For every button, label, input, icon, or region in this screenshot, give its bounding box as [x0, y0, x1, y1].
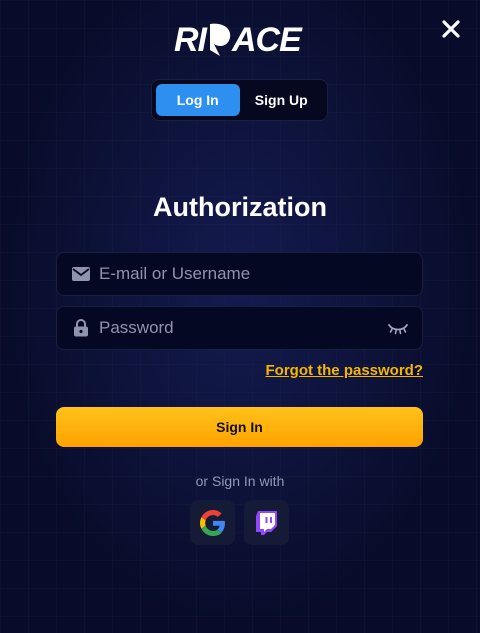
close-icon — [442, 20, 460, 38]
username-field-container — [56, 252, 423, 296]
forgot-password-link[interactable]: Forgot the password? — [266, 362, 424, 379]
tab-sign-up[interactable]: Sign Up — [240, 84, 324, 116]
google-signin-button[interactable] — [190, 500, 235, 545]
twitch-icon — [255, 510, 277, 535]
password-field-container — [56, 306, 423, 350]
lock-icon — [71, 318, 91, 338]
page-title: Authorization — [153, 192, 327, 222]
social-signin-label: or Sign In with — [195, 473, 285, 489]
twitch-signin-button[interactable] — [244, 500, 289, 545]
svg-text:ACE: ACE — [231, 21, 303, 59]
mail-icon — [71, 264, 91, 284]
close-button[interactable] — [440, 18, 462, 40]
google-icon — [199, 509, 225, 536]
username-input[interactable] — [91, 253, 422, 295]
auth-tabs: Log In Sign Up — [151, 79, 328, 121]
password-input[interactable] — [91, 307, 386, 349]
svg-text:RI: RI — [174, 21, 209, 59]
brand-logo: RI ACE — [174, 18, 306, 60]
logo-image: RI ACE — [174, 21, 304, 59]
sign-in-button[interactable]: Sign In — [56, 407, 423, 447]
tab-log-in[interactable]: Log In — [156, 84, 240, 116]
eye-closed-icon[interactable] — [386, 318, 410, 338]
